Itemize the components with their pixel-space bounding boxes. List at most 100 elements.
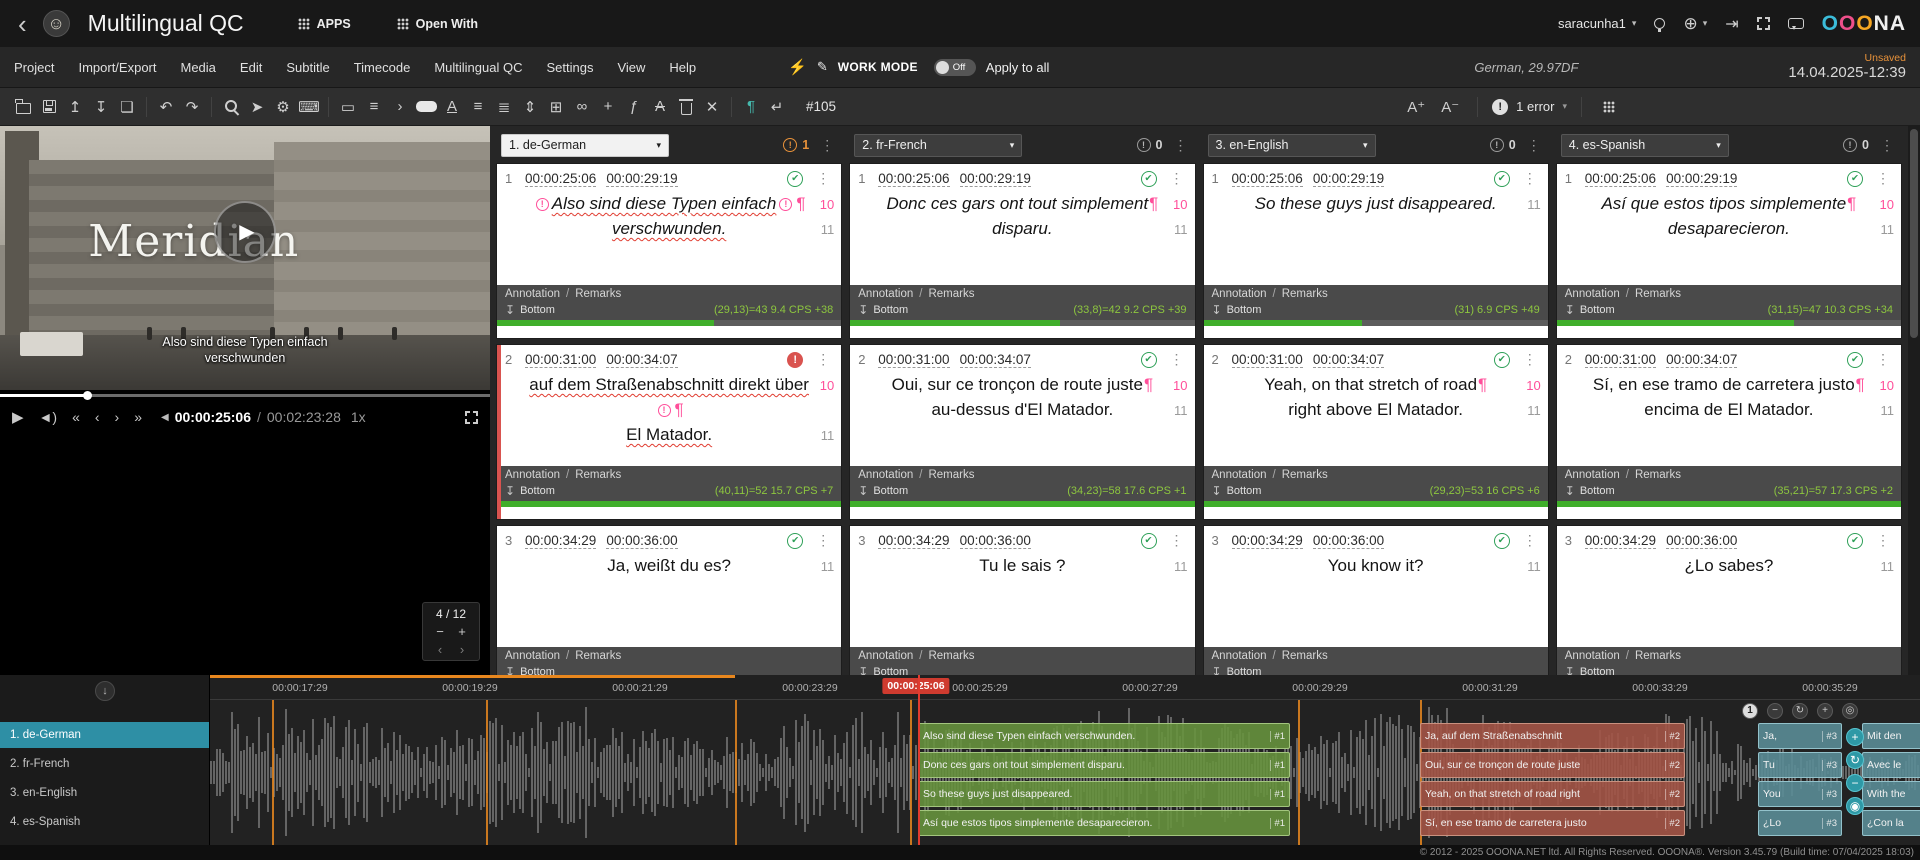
user-menu[interactable]: saracunha1 ▾	[1558, 16, 1636, 31]
apply-toggle[interactable]: Off	[934, 59, 976, 76]
timeline-subtitle-block[interactable]: You#3	[1758, 781, 1842, 807]
error-count-label[interactable]: 1 error	[1516, 99, 1554, 114]
subtitle-text[interactable]: ¿Lo sabes?11	[1557, 551, 1901, 647]
apps-menu[interactable]: APPS	[298, 17, 351, 31]
rows-icon[interactable]: ≡	[361, 94, 387, 120]
display-icon[interactable]: ▭	[335, 94, 361, 120]
start-timecode[interactable]: 00:00:25:06	[1232, 171, 1303, 187]
menu-view[interactable]: View	[617, 60, 645, 75]
checked-status-icon[interactable]: ✔	[1494, 533, 1510, 549]
language-select[interactable]: 1. de-German▾	[501, 134, 669, 157]
checked-status-icon[interactable]: ✔	[1494, 171, 1510, 187]
end-timecode[interactable]: 00:00:36:00	[1666, 533, 1737, 549]
card-menu-button[interactable]: ⋮	[1520, 351, 1540, 368]
menu-help[interactable]: Help	[669, 60, 696, 75]
volume-button[interactable]: ◄)	[39, 409, 58, 425]
checked-status-icon[interactable]: ✔	[1141, 352, 1157, 368]
bulb-icon[interactable]	[1654, 18, 1665, 29]
redo-icon[interactable]: ↷	[179, 94, 205, 120]
vertical-scrollbar[interactable]	[1908, 126, 1920, 675]
annotation-tab[interactable]: Annotation	[1565, 288, 1620, 300]
link-icon[interactable]: ∞	[569, 94, 595, 120]
subtitle-card[interactable]: 100:00:25:0600:00:29:19✔⋮Donc ces gars o…	[850, 164, 1194, 338]
step-forward-button[interactable]: ›	[115, 409, 120, 425]
video-play-overlay-button[interactable]: ▶	[214, 201, 276, 263]
subtitle-card[interactable]: 100:00:25:0600:00:29:19✔⋮!Also sind dies…	[497, 164, 841, 338]
duplicate-icon[interactable]: ❏	[114, 94, 140, 120]
subtitle-card[interactable]: 200:00:31:0000:00:34:07✔⋮Sí, en ese tram…	[1557, 345, 1901, 519]
exit-icon[interactable]: ⇥	[1725, 14, 1738, 34]
annotation-tab[interactable]: Annotation	[505, 288, 560, 300]
checked-status-icon[interactable]: ✔	[1847, 533, 1863, 549]
timeline-subtitle-block[interactable]: So these guys just disappeared.#1	[918, 781, 1290, 807]
keyboard-icon[interactable]: ⌨	[296, 94, 322, 120]
remarks-tab[interactable]: Remarks	[1282, 469, 1328, 481]
track-label-3-en-english[interactable]: 3. en-English	[0, 780, 209, 806]
checked-status-icon[interactable]: ✔	[1494, 352, 1510, 368]
delete-icon[interactable]	[673, 94, 699, 120]
track-label-2-fr-french[interactable]: 2. fr-French	[0, 751, 209, 777]
checked-status-icon[interactable]: ✔	[787, 533, 803, 549]
annotation-tab[interactable]: Annotation	[858, 288, 913, 300]
annotation-tab[interactable]: Annotation	[858, 650, 913, 662]
remarks-tab[interactable]: Remarks	[1635, 288, 1681, 300]
subtitle-text[interactable]: Yeah, on that stretch of road¶10right ab…	[1204, 370, 1548, 466]
end-timecode[interactable]: 00:00:34:07	[960, 352, 1031, 368]
subtitle-card[interactable]: 300:00:34:2900:00:36:00✔⋮Ja, weißt du es…	[497, 526, 841, 675]
card-menu-button[interactable]: ⋮	[813, 170, 833, 187]
remarks-tab[interactable]: Remarks	[1635, 650, 1681, 662]
settings-icon[interactable]: ⚙	[270, 94, 296, 120]
merge-icon[interactable]: ⊞	[543, 94, 569, 120]
start-timecode[interactable]: 00:00:31:00	[525, 352, 596, 368]
timeline-subtitle-block[interactable]: Ja, auf dem Straßenabschnitt#2	[1420, 723, 1685, 749]
end-timecode[interactable]: 00:00:34:07	[1313, 352, 1384, 368]
player-fullscreen-icon[interactable]	[465, 411, 478, 424]
menu-timecode[interactable]: Timecode	[354, 60, 411, 75]
selection-count-badge[interactable]: 1	[1742, 703, 1758, 719]
checked-status-icon[interactable]: ✔	[1847, 171, 1863, 187]
remarks-tab[interactable]: Remarks	[928, 650, 974, 662]
annotation-tab[interactable]: Annotation	[1212, 650, 1267, 662]
skip-start-button[interactable]: «	[72, 409, 80, 425]
frame-back-icon[interactable]: ◀	[161, 412, 169, 423]
remarks-tab[interactable]: Remarks	[1282, 288, 1328, 300]
language-select[interactable]: 3. en-English▾	[1208, 134, 1376, 157]
open-with-menu[interactable]: Open With	[397, 17, 478, 31]
subtitle-text[interactable]: Así que estos tipos simplemente¶10desapa…	[1557, 189, 1901, 285]
subtitle-text[interactable]: Tu le sais ?11	[850, 551, 1194, 647]
remarks-tab[interactable]: Remarks	[575, 288, 621, 300]
menu-import-export[interactable]: Import/Export	[78, 60, 156, 75]
subtitle-card[interactable]: 300:00:34:2900:00:36:00✔⋮You know it?11A…	[1204, 526, 1548, 675]
pages-zoom-out-button[interactable]: −	[436, 624, 444, 639]
track-label-4-es-spanish[interactable]: 4. es-Spanish	[0, 809, 209, 835]
checked-status-icon[interactable]: ✔	[1847, 352, 1863, 368]
chevron-right-icon[interactable]: ›	[387, 94, 413, 120]
open-folder-icon[interactable]	[10, 94, 36, 120]
annotation-tab[interactable]: Annotation	[1565, 469, 1620, 481]
column-menu-button[interactable]: ⋮	[1171, 137, 1191, 154]
checked-status-icon[interactable]: ✔	[1141, 533, 1157, 549]
timeline-subtitle-block[interactable]: ¿Lo#3	[1758, 810, 1842, 836]
prev-page-button[interactable]: ‹	[438, 642, 442, 657]
start-timecode[interactable]: 00:00:34:29	[525, 533, 596, 549]
column-menu-button[interactable]: ⋮	[1524, 137, 1544, 154]
start-timecode[interactable]: 00:00:25:06	[1585, 171, 1656, 187]
next-page-button[interactable]: ›	[460, 642, 464, 657]
end-timecode[interactable]: 00:00:34:07	[1666, 352, 1737, 368]
subtitle-card[interactable]: 100:00:25:0600:00:29:19✔⋮So these guys j…	[1204, 164, 1548, 338]
end-timecode[interactable]: 00:00:29:19	[1666, 171, 1737, 187]
card-menu-button[interactable]: ⋮	[1873, 170, 1893, 187]
start-timecode[interactable]: 00:00:31:00	[1585, 352, 1656, 368]
playhead[interactable]	[918, 675, 920, 845]
timeline-zoom-in-button[interactable]: +	[1846, 728, 1864, 746]
subtitle-text[interactable]: You know it?11	[1204, 551, 1548, 647]
menu-subtitle[interactable]: Subtitle	[286, 60, 329, 75]
timeline-subtitle-block[interactable]: Donc ces gars ont tout simplement dispar…	[918, 752, 1290, 778]
progress-handle[interactable]	[83, 391, 92, 400]
end-timecode[interactable]: 00:00:29:19	[1313, 171, 1384, 187]
end-timecode[interactable]: 00:00:29:19	[606, 171, 677, 187]
subtitle-text[interactable]: Sí, en ese tramo de carretera justo¶10en…	[1557, 370, 1901, 466]
search-icon[interactable]	[218, 94, 244, 120]
menu-multilingual-qc[interactable]: Multilingual QC	[434, 60, 522, 75]
zoom-out-icon[interactable]: −	[1767, 703, 1783, 719]
